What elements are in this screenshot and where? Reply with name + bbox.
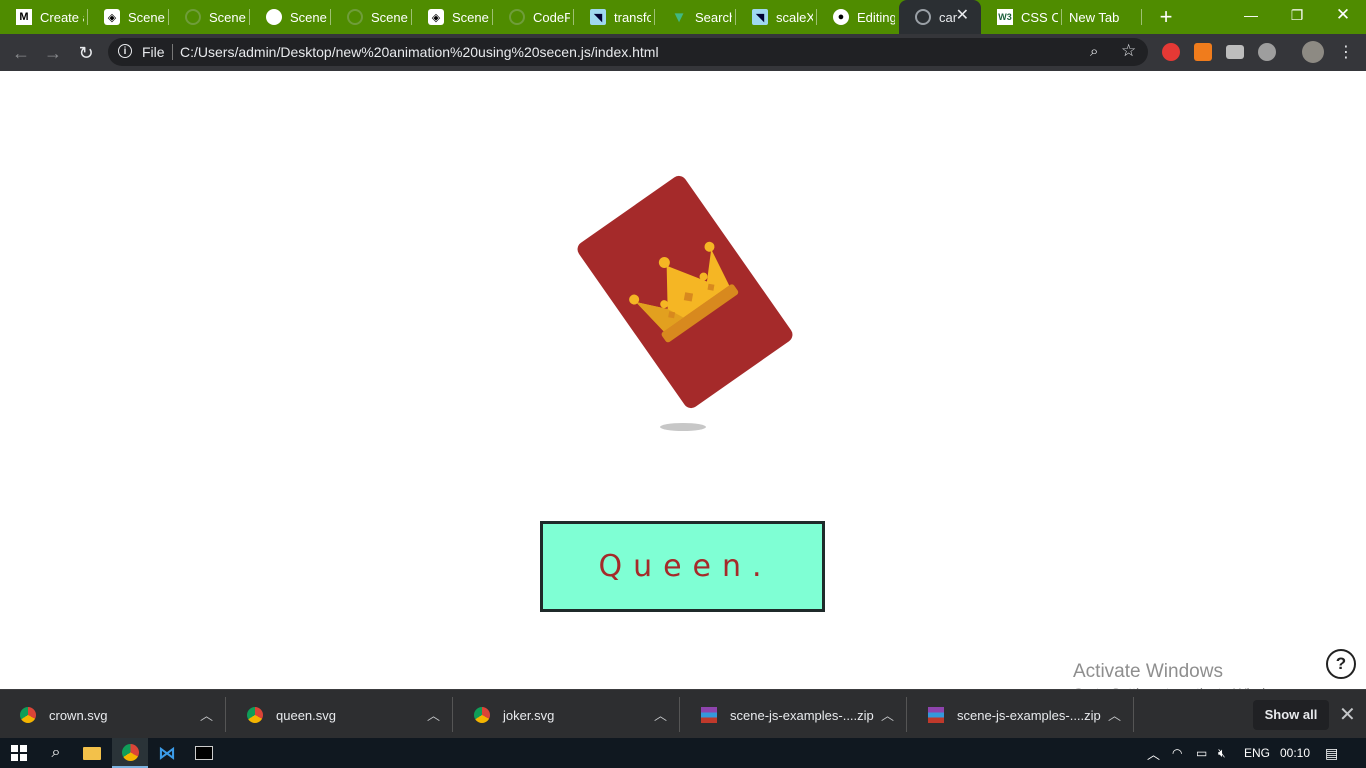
chevron-up-icon[interactable]: ︿: [427, 705, 440, 724]
tab[interactable]: M Create a: [0, 0, 88, 34]
tab[interactable]: W3 CSS Col: [981, 0, 1062, 34]
language-indicator[interactable]: ENG: [1244, 746, 1270, 760]
volume-muted-icon[interactable]: 🔇︎: [1218, 746, 1226, 761]
card-label: Queen.: [598, 549, 773, 584]
tab[interactable]: ◥ transfor: [574, 0, 655, 34]
chrome-taskbar-icon[interactable]: [112, 738, 148, 768]
chrome-icon: [247, 707, 263, 723]
adblock-extension-icon[interactable]: [1162, 43, 1180, 61]
activate-windows-title: Activate Windows: [1073, 661, 1223, 682]
tab[interactable]: CodePe: [493, 0, 574, 34]
globe-icon: [185, 9, 201, 25]
queen-card: [571, 163, 799, 421]
download-item[interactable]: joker.svg ︿: [454, 690, 680, 739]
terminal-icon[interactable]: [186, 738, 222, 768]
mdn-icon: ◥: [752, 9, 768, 25]
close-shelf-icon[interactable]: ✕: [1339, 702, 1356, 727]
close-tab-icon[interactable]: ✕: [956, 8, 969, 24]
chevron-up-icon[interactable]: ︿: [200, 705, 213, 724]
windows-taskbar: ⌕ ⋈ ︿ ◠ ▭ 🔇︎ ENG 00:10 ▤: [0, 738, 1366, 768]
battery-icon[interactable]: ▭: [1196, 746, 1207, 760]
globe-icon: [347, 9, 363, 25]
card-shadow: [660, 423, 706, 431]
extension-icon[interactable]: [1258, 43, 1276, 61]
tab[interactable]: Scene.js: [169, 0, 250, 34]
download-item[interactable]: queen.svg ︿: [227, 690, 453, 739]
card-svg: [577, 175, 793, 409]
zoom-icon[interactable]: ⌕: [1090, 43, 1098, 60]
tray-chevron-up-icon[interactable]: ︿: [1147, 744, 1160, 763]
winrar-icon: [928, 707, 944, 723]
chrome-icon: [20, 707, 36, 723]
close-window-button[interactable]: ✕: [1320, 0, 1366, 34]
tab[interactable]: ▼ Search: [655, 0, 736, 34]
notification-icon[interactable]: ▤: [1325, 745, 1338, 762]
cast-extension-icon[interactable]: [1226, 45, 1244, 59]
search-icon[interactable]: ⌕: [38, 738, 74, 768]
chevron-up-icon[interactable]: ︿: [654, 705, 667, 724]
restore-button[interactable]: ❐: [1274, 0, 1320, 34]
forward-button[interactable]: →: [40, 40, 66, 66]
vscode-icon[interactable]: ⋈: [149, 738, 185, 768]
codepen-icon: ◈: [104, 9, 120, 25]
url-scheme: File: [142, 44, 165, 60]
windows-start-icon[interactable]: [0, 738, 38, 768]
file-explorer-icon[interactable]: [74, 738, 110, 768]
tab[interactable]: Scene -: [331, 0, 412, 34]
chrome-icon: [474, 707, 490, 723]
chevron-up-icon[interactable]: ︿: [881, 705, 894, 724]
download-shelf: crown.svg ︿ queen.svg ︿ joker.svg ︿ scen…: [0, 689, 1366, 739]
card-label-box: Queen.: [540, 521, 825, 612]
menu-kebab-icon[interactable]: ⋮: [1338, 42, 1354, 62]
tab[interactable]: New Tab: [1062, 0, 1142, 34]
tab-active[interactable]: card ✕: [899, 0, 981, 34]
download-item[interactable]: crown.svg ︿: [0, 690, 226, 739]
mdn-icon: ◥: [590, 9, 606, 25]
tab[interactable]: ◥ scaleX(): [736, 0, 817, 34]
tab[interactable]: ● Editing: [817, 0, 899, 34]
download-item[interactable]: scene-js-examples-....zip ︿: [681, 690, 907, 739]
metamask-extension-icon[interactable]: [1194, 43, 1212, 61]
winrar-icon: [701, 707, 717, 723]
url-text[interactable]: C:/Users/admin/Desktop/new%20animation%2…: [180, 44, 659, 60]
wifi-icon[interactable]: ◠: [1172, 746, 1182, 760]
minimize-button[interactable]: —: [1228, 0, 1274, 34]
new-tab-button[interactable]: +: [1154, 5, 1178, 29]
clock[interactable]: 00:10: [1280, 746, 1310, 760]
codepen-icon: ◈: [428, 9, 444, 25]
download-item[interactable]: scene-js-examples-....zip ︿: [908, 690, 1134, 739]
chrome-icon: [266, 9, 282, 25]
tab-strip: M Create a ◈ Scene.js Scene.js Scene.js …: [0, 0, 1366, 34]
bookmark-star-icon[interactable]: ☆: [1121, 41, 1136, 61]
github-icon: ●: [833, 9, 849, 25]
avatar[interactable]: [1302, 41, 1324, 63]
chevron-up-icon[interactable]: ︿: [1108, 705, 1121, 724]
tab[interactable]: Scene.js: [250, 0, 331, 34]
reload-button[interactable]: ↻: [73, 40, 99, 66]
show-all-button[interactable]: Show all: [1253, 700, 1329, 730]
help-button[interactable]: ?: [1326, 649, 1356, 679]
medium-icon: M: [16, 9, 32, 25]
back-button[interactable]: ←: [8, 40, 34, 66]
w3schools-icon: W3: [997, 9, 1013, 25]
address-bar[interactable]: i File C:/Users/admin/Desktop/new%20anim…: [108, 38, 1148, 66]
vue-icon: ▼: [671, 8, 687, 26]
info-icon[interactable]: i: [118, 44, 132, 58]
tab[interactable]: ◈ Scene.js: [412, 0, 493, 34]
globe-icon: [509, 9, 525, 25]
globe-icon: [915, 9, 931, 25]
tab[interactable]: ◈ Scene.js: [88, 0, 169, 34]
